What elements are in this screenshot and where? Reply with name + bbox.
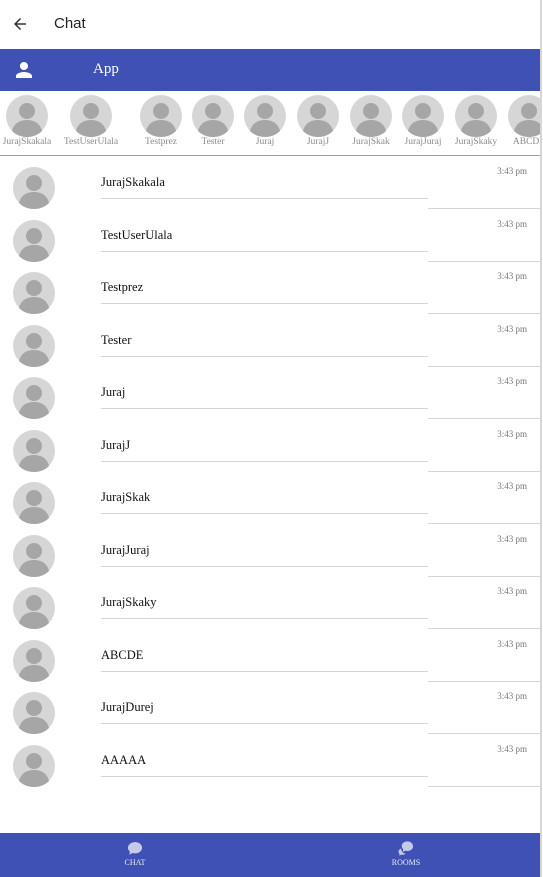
chat-contact-name: Testprez — [101, 280, 144, 294]
chat-contact-name: TestUserUlala — [101, 227, 173, 242]
strip-contact-name: TestUserUlala — [63, 137, 119, 147]
avatar-placeholder-icon — [350, 95, 392, 137]
nav-rooms-button[interactable]: ROOMS — [346, 833, 466, 877]
chat-row[interactable]: ABCDE 3:43 pm — [0, 630, 540, 682]
chat-row[interactable]: TestUserUlala 3:43 pm — [0, 210, 540, 262]
chat-timestamp: 3:43 pm — [497, 271, 527, 281]
app-title: App — [93, 61, 119, 77]
avatar-placeholder-icon — [13, 324, 55, 367]
avatar-placeholder-icon — [13, 744, 55, 787]
avatar-placeholder-icon — [192, 95, 234, 137]
avatar-placeholder-icon — [70, 95, 112, 137]
row-divider — [101, 460, 428, 462]
nav-rooms-label: ROOMS — [391, 858, 421, 867]
chat-contact-name: Juraj — [101, 385, 126, 399]
strip-contact[interactable]: TestUserUlala — [56, 95, 126, 147]
avatar-placeholder-icon — [244, 95, 286, 137]
avatar-placeholder-icon — [508, 95, 540, 137]
avatar-placeholder-icon — [13, 692, 55, 734]
chat-contact-name: JurajDurej — [101, 700, 154, 714]
back-arrow-icon[interactable] — [11, 15, 29, 33]
chat-contact-name: JurajSkaky — [101, 595, 157, 609]
rooms-bubbles-icon — [398, 841, 414, 856]
chat-row[interactable]: JurajDurej 3:43 pm — [0, 682, 540, 734]
row-divider — [428, 785, 540, 787]
row-divider — [101, 355, 428, 357]
chat-contact-name: ABCDE — [101, 647, 144, 662]
row-divider — [101, 618, 428, 619]
chat-timestamp: 3:43 pm — [497, 166, 527, 176]
chat-timestamp: 3:43 pm — [497, 638, 527, 649]
row-divider — [101, 775, 428, 777]
strip-contact[interactable]: ABCDE — [494, 95, 540, 147]
user-icon[interactable] — [14, 60, 34, 80]
nav-chat-label: CHAT — [124, 858, 146, 867]
avatar-placeholder-icon — [455, 95, 497, 137]
chat-timestamp: 3:43 pm — [497, 323, 527, 334]
chat-row[interactable]: JurajSkak 3:43 pm — [0, 472, 540, 524]
avatar-placeholder-icon — [6, 95, 48, 137]
strip-contact-name: ABCDE — [512, 137, 540, 147]
chat-timestamp: 3:43 pm — [497, 533, 527, 544]
row-divider — [101, 198, 428, 199]
chat-contact-name: AAAAA — [101, 752, 147, 767]
chat-row[interactable]: JurajJuraj 3:43 pm — [0, 525, 540, 577]
chat-row[interactable]: Testprez 3:43 pm — [0, 262, 540, 314]
avatar-placeholder-icon — [13, 534, 55, 577]
chat-contact-name: JurajSkak — [101, 490, 151, 504]
avatar-placeholder-icon — [13, 272, 55, 314]
chat-row[interactable]: Juraj 3:43 pm — [0, 367, 540, 419]
chat-timestamp: 3:43 pm — [497, 428, 527, 439]
avatar-placeholder-icon — [13, 587, 55, 629]
avatar-placeholder-icon — [13, 219, 55, 262]
avatar-placeholder-icon — [140, 95, 182, 137]
top-bar: Chat — [0, 0, 542, 49]
chat-timestamp: 3:43 pm — [497, 481, 527, 491]
chat-row[interactable]: Tester 3:43 pm — [0, 315, 540, 367]
row-divider — [101, 565, 428, 567]
row-divider — [101, 250, 428, 252]
chat-row[interactable]: JurajSkakala 3:43 pm — [0, 157, 540, 209]
chat-contact-name: JurajJ — [101, 437, 131, 452]
avatar-placeholder-icon — [402, 95, 444, 137]
bottom-navigation: CHAT ROOMS — [0, 833, 540, 877]
avatar-placeholder-icon — [13, 482, 55, 524]
row-divider — [101, 303, 428, 304]
avatar-placeholder-icon — [297, 95, 339, 137]
chat-row[interactable]: JurajJ 3:43 pm — [0, 420, 540, 472]
chat-timestamp: 3:43 pm — [497, 376, 527, 386]
strip-contact-name: JurajSkakala — [2, 137, 52, 147]
row-divider — [101, 670, 428, 672]
row-divider — [101, 513, 428, 514]
chat-contact-name: JurajSkakala — [101, 175, 165, 189]
avatar-placeholder-icon — [13, 429, 55, 472]
nav-chat-button[interactable]: CHAT — [75, 833, 195, 877]
contacts-strip[interactable]: JurajSkakala TestUserUlala Testprez Tester J… — [0, 91, 540, 156]
chat-timestamp: 3:43 pm — [497, 691, 527, 701]
app-bar: App — [0, 49, 540, 91]
page-title: Chat — [54, 15, 86, 32]
row-divider — [101, 408, 428, 409]
chat-contact-name: Tester — [101, 332, 132, 347]
chat-contact-name: JurajJuraj — [101, 542, 150, 557]
chat-row[interactable]: JurajSkaky 3:43 pm — [0, 577, 540, 629]
avatar-placeholder-icon — [13, 639, 55, 682]
chat-bubble-icon — [127, 842, 143, 855]
chat-timestamp: 3:43 pm — [497, 743, 527, 754]
chat-timestamp: 3:43 pm — [497, 218, 527, 229]
chat-timestamp: 3:43 pm — [497, 586, 527, 596]
window-edge — [540, 0, 542, 877]
avatar-placeholder-icon — [13, 377, 55, 419]
row-divider — [101, 723, 428, 724]
chat-row[interactable]: AAAAA 3:43 pm — [0, 735, 540, 787]
avatar-placeholder-icon — [13, 167, 55, 209]
strip-contact[interactable]: JurajSkakala — [0, 95, 62, 147]
